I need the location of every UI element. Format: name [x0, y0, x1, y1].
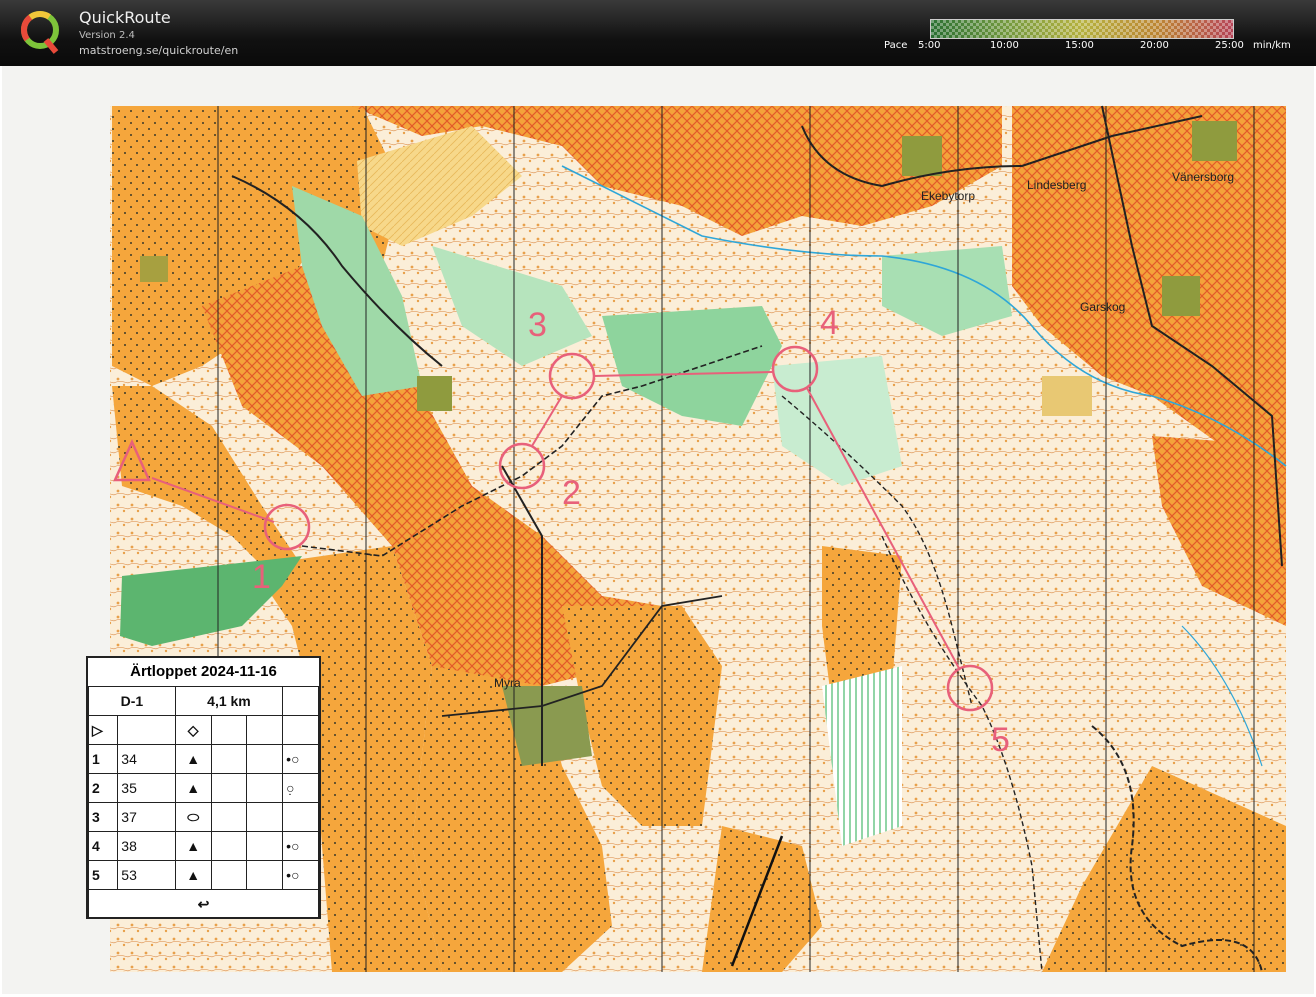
feature-symbol: ▲ — [174, 773, 212, 803]
control-table: D-1 4,1 km ▷ ◇ 1 34 ▲ •○ 2 35 ▲ ○̣ 3 37 … — [87, 686, 319, 919]
control-code: 34 — [117, 744, 176, 774]
pace-label: Pace — [884, 40, 908, 51]
app-version: Version 2.4 — [79, 30, 135, 41]
control-num: 2 — [87, 773, 119, 803]
app-url-link[interactable]: matstroeng.se/quickroute/en — [79, 44, 238, 57]
control-number-3: 3 — [528, 306, 547, 344]
pace-tick: 25:00 — [1215, 40, 1244, 51]
class-name: D-1 — [88, 686, 176, 716]
feature-symbol: ▲ — [174, 831, 212, 861]
app-title: QuickRoute — [79, 8, 171, 27]
pace-tick: 15:00 — [1065, 40, 1094, 51]
pace-color-scale — [930, 19, 1234, 39]
feature-symbol: ⬭ — [174, 802, 212, 832]
feature-symbol: ▲ — [174, 744, 212, 774]
control-code: 37 — [117, 802, 176, 832]
feature-symbol: ▲ — [174, 860, 212, 890]
location-symbol: ○̣ — [282, 773, 319, 803]
control-row: 3 37 ⬭ — [87, 802, 319, 832]
control-number-2: 2 — [562, 474, 581, 512]
pace-unit: min/km — [1253, 40, 1291, 51]
control-row: 2 35 ▲ ○̣ — [87, 773, 319, 803]
place-name: Lindesberg — [1027, 178, 1087, 192]
control-num: 5 — [87, 860, 119, 890]
control-code: 35 — [117, 773, 176, 803]
control-code: 53 — [117, 860, 176, 890]
location-symbol — [282, 802, 319, 832]
app-header: QuickRoute Version 2.4 matstroeng.se/qui… — [0, 0, 1316, 66]
pace-gradient — [931, 20, 1233, 38]
location-symbol: •○ — [282, 831, 319, 861]
place-name: Ekebytorp — [921, 189, 976, 203]
place-name: Garskog — [1080, 300, 1126, 314]
control-row: 5 53 ▲ •○ — [87, 860, 319, 890]
control-row: 4 38 ▲ •○ — [87, 831, 319, 861]
control-number-5: 5 — [991, 721, 1010, 759]
start-symbol: ▷ — [87, 715, 119, 745]
finish-symbol: ↩ — [88, 889, 319, 919]
quickroute-logo-icon — [21, 11, 59, 54]
control-number-4: 4 — [820, 304, 839, 342]
control-description-sheet: Ärtloppet 2024-11-16 D-1 4,1 km ▷ ◇ 1 34… — [86, 656, 321, 919]
location-symbol: •○ — [282, 860, 319, 890]
control-num: 3 — [87, 802, 119, 832]
control-code: 38 — [117, 831, 176, 861]
event-title: Ärtloppet 2024-11-16 — [88, 658, 319, 687]
place-name: Vänersborg — [1172, 170, 1235, 184]
control-row: 1 34 ▲ •○ — [87, 744, 319, 774]
course-length: 4,1 km — [174, 686, 284, 716]
pace-tick: 20:00 — [1140, 40, 1169, 51]
pace-tick: 10:00 — [990, 40, 1019, 51]
start-description: ◇ — [174, 715, 212, 745]
control-num: 4 — [87, 831, 119, 861]
pace-tick: 5:00 — [918, 40, 941, 51]
location-symbol: •○ — [282, 744, 319, 774]
place-name: Myra — [494, 676, 521, 690]
control-num: 1 — [87, 744, 119, 774]
control-number-1: 1 — [252, 558, 271, 596]
